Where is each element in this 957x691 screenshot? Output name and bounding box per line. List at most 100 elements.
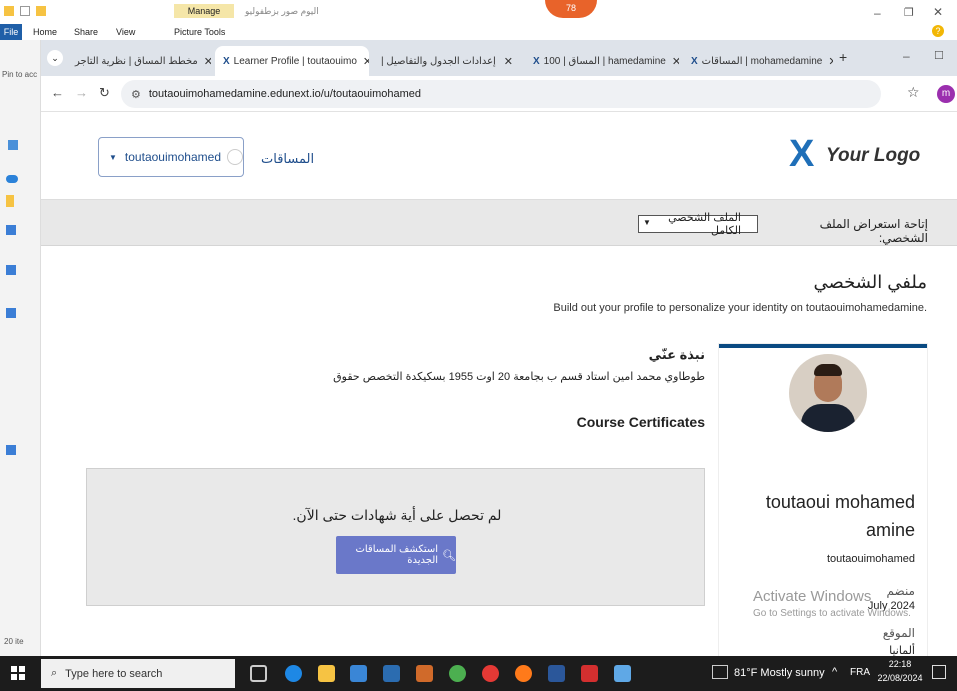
caret-down-icon: ▼ bbox=[109, 152, 117, 162]
taskbar: ⌕ Type here to search 81°F Mostly sunny … bbox=[0, 656, 957, 691]
explore-courses-button[interactable]: استكشف المساقات الجديدة 🔍︎ bbox=[336, 536, 456, 574]
address-bar-row: ← → ↻ ⚙ toutaouimohamedamine.edunext.io/… bbox=[41, 76, 957, 112]
manage-tab[interactable]: Manage bbox=[174, 4, 234, 18]
back-icon[interactable]: ← bbox=[51, 85, 64, 100]
tab-course-outline[interactable]: مخطط المساق | نظرية التاجر ✕ bbox=[67, 46, 211, 76]
card-username: toutaouimohamed bbox=[826, 553, 915, 565]
tab-course-100[interactable]: X المساق | 100 | hamedamine ✕ bbox=[525, 46, 679, 76]
weather-text[interactable]: 81°F Mostly sunny bbox=[734, 667, 825, 679]
certificates-heading: Course Certificates bbox=[576, 414, 705, 430]
tab-label: إعدادات الجدول والتفاصيل | bbox=[381, 55, 496, 67]
photos-icon[interactable] bbox=[614, 665, 631, 682]
user-dropdown[interactable]: ▼ toutaouimohamed bbox=[98, 137, 244, 177]
tab-label: مخطط المساق | نظرية التاجر bbox=[75, 55, 198, 67]
tab-close-icon[interactable]: ✕ bbox=[666, 55, 679, 68]
folder-icon[interactable] bbox=[6, 195, 14, 207]
firefox-icon[interactable] bbox=[515, 665, 532, 682]
folder-small-icon bbox=[36, 6, 46, 16]
pin-label: Pin to acc bbox=[2, 70, 38, 79]
activate-windows-subtitle: Go to Settings to activate Windows. bbox=[753, 608, 911, 619]
bookmark-star-icon[interactable]: ☆ bbox=[907, 84, 920, 101]
notification-badge: 78 bbox=[545, 0, 597, 18]
tab-close-icon[interactable]: ✕ bbox=[198, 55, 211, 68]
explorer-nav-pane: Pin to acc 20 ite bbox=[0, 40, 41, 656]
download-icon[interactable] bbox=[6, 308, 16, 318]
explorer-titlebar: Manage اليوم صور بزطفوليو File Home Shar… bbox=[0, 0, 957, 40]
shirt-shape bbox=[801, 404, 855, 432]
task-view-icon[interactable] bbox=[250, 665, 267, 682]
site-info-icon[interactable]: ⚙ bbox=[131, 88, 141, 101]
checkbox-icon[interactable] bbox=[20, 6, 30, 16]
opera-icon[interactable] bbox=[482, 665, 499, 682]
file-tab[interactable]: File bbox=[0, 24, 22, 40]
weather-icon[interactable] bbox=[712, 665, 728, 679]
notifications-icon[interactable] bbox=[932, 665, 946, 679]
word-icon[interactable] bbox=[548, 665, 565, 682]
windows-start-icon[interactable] bbox=[11, 666, 25, 680]
edge-icon[interactable] bbox=[285, 665, 302, 682]
logo-text[interactable]: Your Logo bbox=[826, 145, 920, 167]
tab-close-icon[interactable]: ✕ bbox=[498, 55, 513, 68]
tab-label: المساق | 100 | hamedamine bbox=[543, 55, 666, 67]
maximize-browser-icon[interactable]: ☐ bbox=[934, 49, 944, 62]
username-label: toutaouimohamed bbox=[124, 150, 221, 164]
url-field[interactable]: ⚙ toutaouimohamedamine.edunext.io/u/tout… bbox=[121, 80, 881, 108]
location-value: ألمانيا bbox=[889, 645, 915, 656]
tab-label: المساقات | mohamedamine bbox=[701, 55, 823, 67]
forward-icon[interactable]: → bbox=[75, 85, 88, 100]
reload-icon[interactable]: ↻ bbox=[99, 85, 110, 101]
folder-title: اليوم صور بزطفوليو bbox=[245, 6, 319, 16]
tab-close-icon[interactable]: ✕ bbox=[357, 55, 369, 68]
drive-icon[interactable] bbox=[6, 265, 16, 275]
picture-tools-tab[interactable]: Picture Tools bbox=[174, 27, 225, 37]
close-icon[interactable]: ✕ bbox=[933, 5, 943, 19]
chrome-icon[interactable] bbox=[449, 665, 466, 682]
search-icon: ⌕ bbox=[51, 667, 58, 679]
quick-access-icon[interactable] bbox=[8, 140, 18, 150]
page-title: ملفي الشخصي bbox=[813, 272, 927, 292]
minimize-icon[interactable]: – bbox=[874, 6, 881, 20]
site-x-icon: X bbox=[533, 55, 540, 67]
webpage: ▼ toutaouimohamed المساقات X Your Logo ا… bbox=[41, 112, 957, 656]
restore-icon[interactable]: ❐ bbox=[904, 6, 914, 19]
minimize-browser-icon[interactable]: – bbox=[903, 49, 910, 63]
tab-search-icon[interactable]: ⌄ bbox=[47, 50, 63, 66]
activate-windows-title: Activate Windows bbox=[753, 588, 872, 605]
language-indicator[interactable]: FRA bbox=[850, 667, 870, 678]
taskbar-search[interactable]: ⌕ Type here to search bbox=[41, 659, 235, 688]
logo-x-icon[interactable]: X bbox=[789, 134, 814, 174]
tab-learner-profile[interactable]: X Learner Profile | toutaouimo ✕ bbox=[215, 46, 369, 76]
tab-table-settings[interactable]: إعدادات الجدول والتفاصيل | ✕ bbox=[373, 46, 521, 76]
certificates-empty-panel: لم تحصل على أية شهادات حتى الآن. استكشف … bbox=[86, 468, 705, 606]
courses-link[interactable]: المساقات bbox=[261, 151, 314, 167]
view-tab[interactable]: View bbox=[116, 27, 135, 37]
home-tab[interactable]: Home bbox=[33, 27, 57, 37]
profile-avatar[interactable]: m bbox=[937, 85, 955, 103]
pdf-icon[interactable] bbox=[581, 665, 598, 682]
explore-courses-label: استكشف المساقات الجديدة bbox=[355, 544, 439, 566]
browser-window: ⌄ مخطط المساق | نظرية التاجر ✕ X Learner … bbox=[41, 40, 957, 656]
share-tab[interactable]: Share bbox=[74, 27, 98, 37]
tab-courses[interactable]: X المساقات | mohamedamine ✕ bbox=[683, 46, 833, 76]
app-icon[interactable] bbox=[416, 665, 433, 682]
store-icon[interactable] bbox=[350, 665, 367, 682]
full-name: toutaoui mohamed amine bbox=[765, 492, 915, 540]
clock-time[interactable]: 22:18 bbox=[878, 659, 922, 669]
clock-date[interactable]: 22/08/2024 bbox=[872, 673, 928, 683]
network-icon[interactable] bbox=[6, 445, 16, 455]
tab-close-icon[interactable]: ✕ bbox=[822, 55, 833, 68]
help-icon[interactable]: ? bbox=[932, 25, 944, 37]
new-tab-button[interactable]: + bbox=[839, 49, 847, 65]
profile-photo[interactable] bbox=[789, 354, 867, 432]
pc-icon[interactable] bbox=[6, 225, 16, 235]
tab-label: Learner Profile | toutaouimo bbox=[233, 55, 357, 67]
visibility-select[interactable]: الملف الشخصي الكامل ▼ bbox=[638, 212, 758, 237]
tab-strip: ⌄ مخطط المساق | نظرية التاجر ✕ X Learner … bbox=[41, 40, 957, 76]
visibility-bar: الملف الشخصي الكامل ▼ إتاحة استعراض المل… bbox=[41, 200, 957, 246]
visibility-value: الملف الشخصي الكامل bbox=[668, 212, 741, 237]
mail-icon[interactable] bbox=[383, 665, 400, 682]
onedrive-icon[interactable] bbox=[6, 175, 18, 183]
profile-subtitle: Build out your profile to personalize yo… bbox=[553, 302, 927, 314]
tray-chevron-icon[interactable]: ^ bbox=[832, 666, 837, 678]
file-explorer-icon[interactable] bbox=[318, 665, 335, 682]
